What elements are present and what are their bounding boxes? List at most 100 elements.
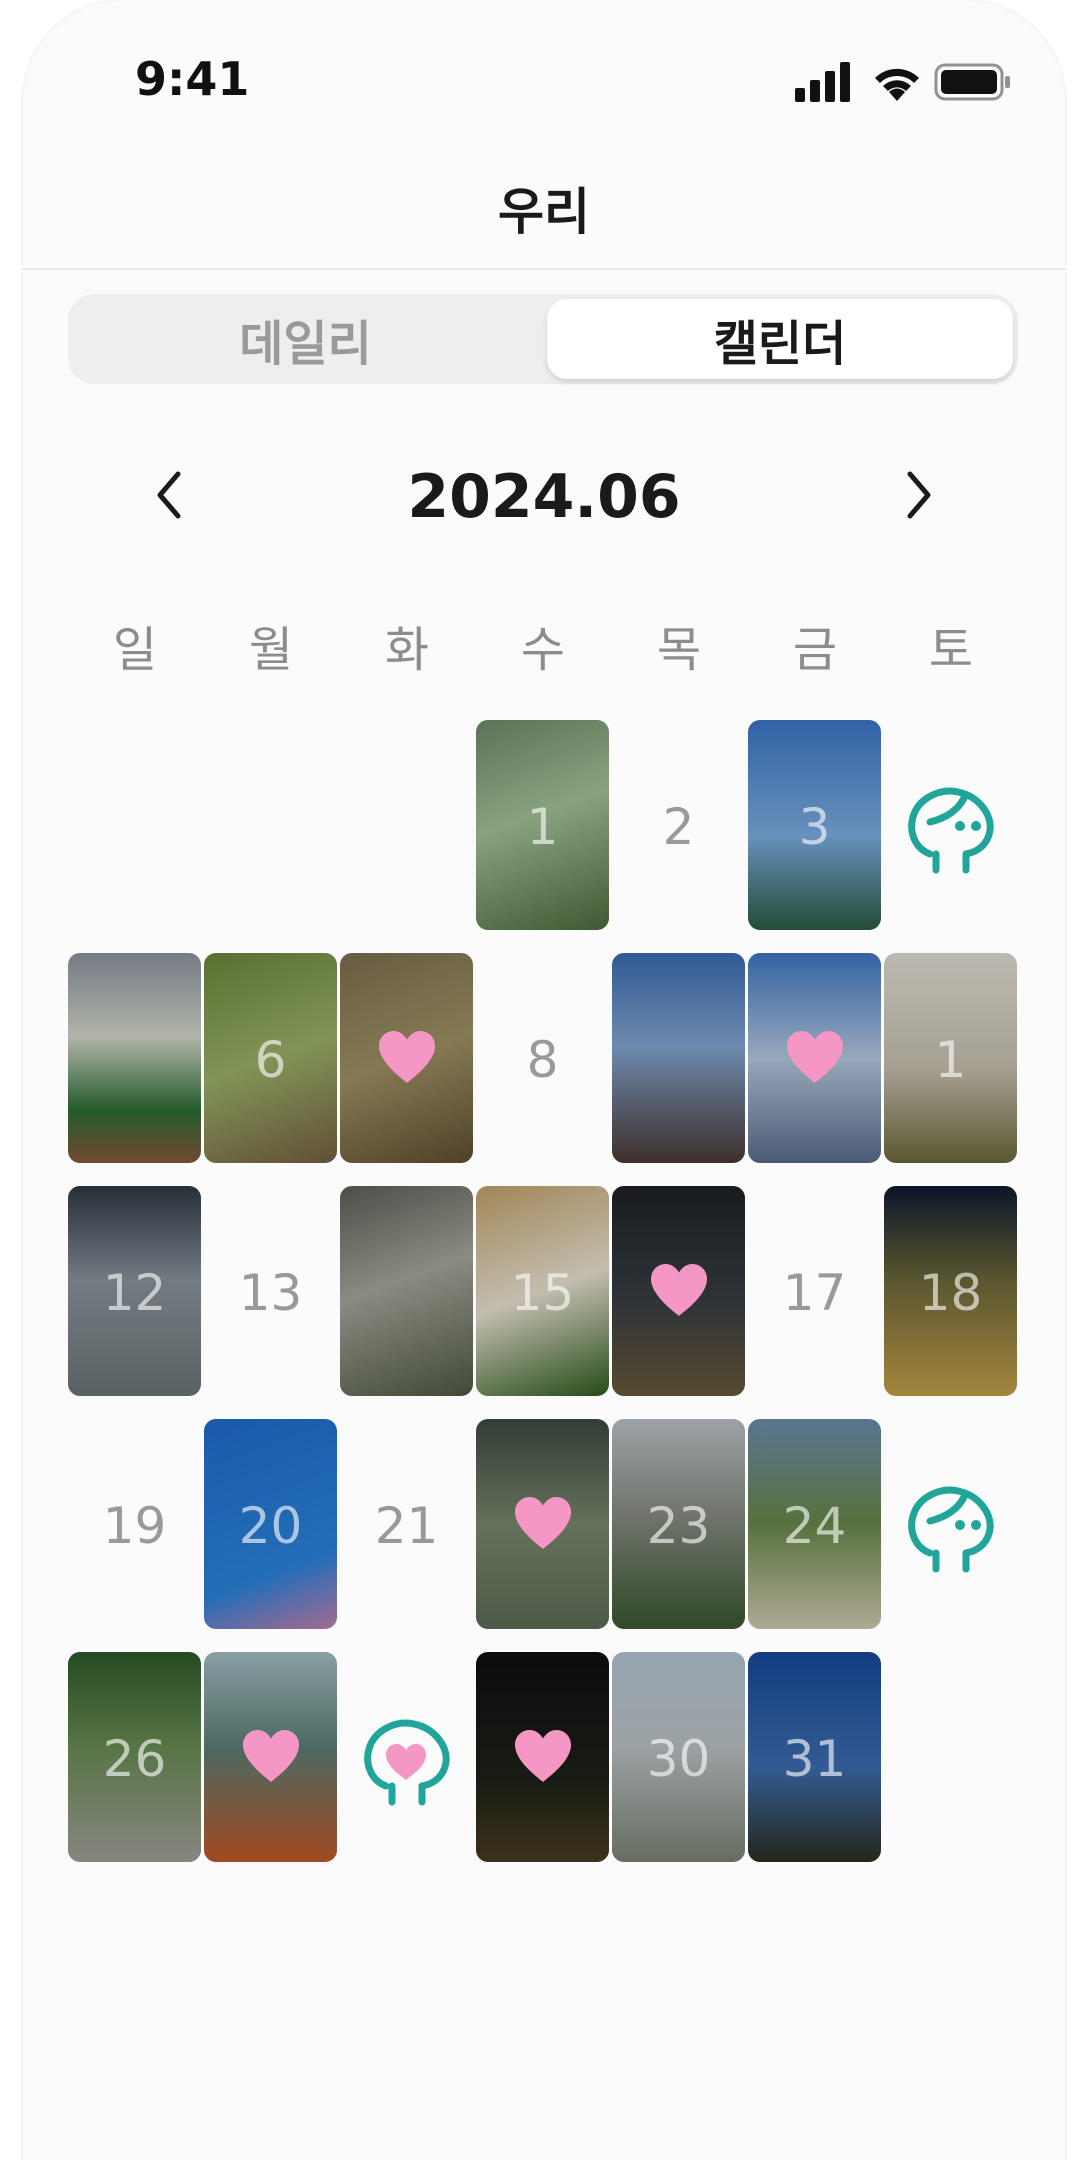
- calendar-day-cell[interactable]: [68, 953, 201, 1163]
- view-toggle: 데일리 캘린더: [68, 294, 1018, 384]
- day-photo-thumbnail: 6: [204, 953, 337, 1163]
- day-photo-thumbnail: [340, 953, 473, 1163]
- weekday-label: 화: [384, 622, 430, 678]
- day-number: 18: [918, 1264, 983, 1322]
- next-month-button[interactable]: [888, 460, 948, 530]
- day-photo-thumbnail: 12: [68, 1186, 201, 1396]
- status-icons: [795, 62, 1010, 102]
- day-photo-thumbnail: 1: [476, 720, 609, 930]
- calendar-day-cell[interactable]: 21: [340, 1419, 473, 1629]
- calendar-day-cell[interactable]: 19: [68, 1419, 201, 1629]
- calendar-day-cell[interactable]: [748, 953, 881, 1163]
- day-photo-thumbnail: 20: [204, 1419, 337, 1629]
- day-number: 17: [782, 1264, 847, 1322]
- calendar-day-cell[interactable]: [476, 1419, 609, 1629]
- heart-icon: [515, 1497, 571, 1549]
- header-divider: [23, 268, 1065, 270]
- calendar-day-cell[interactable]: 31: [748, 1652, 881, 1862]
- calendar-day-cell[interactable]: 12: [68, 1186, 201, 1396]
- calendar-day-cell[interactable]: 17: [748, 1186, 881, 1396]
- day-number: 6: [254, 1031, 287, 1089]
- day-number: 31: [782, 1730, 847, 1788]
- day-photo-thumbnail: [340, 1186, 473, 1396]
- wifi-icon: [875, 68, 919, 101]
- day-photo-thumbnail: [612, 1186, 745, 1396]
- day-photo-thumbnail: 26: [68, 1652, 201, 1862]
- calendar-day-cell[interactable]: 1: [884, 953, 1017, 1163]
- calendar-day-cell[interactable]: [884, 720, 1017, 930]
- calendar-day-cell[interactable]: 24: [748, 1419, 881, 1629]
- weekday-label: 목: [656, 622, 702, 678]
- day-number: 24: [782, 1497, 847, 1555]
- photo-dimmer: [340, 1186, 473, 1396]
- tab-daily[interactable]: 데일리: [68, 294, 543, 384]
- day-photo-thumbnail: 23: [612, 1419, 745, 1629]
- heart-icon: [515, 1730, 571, 1782]
- weekday-label: 일: [112, 622, 158, 678]
- day-photo-thumbnail: [748, 953, 881, 1163]
- calendar-day-cell[interactable]: 8: [476, 953, 609, 1163]
- day-number: 20: [238, 1497, 303, 1555]
- day-photo-thumbnail: 31: [748, 1652, 881, 1862]
- calendar-day-cell[interactable]: 26: [68, 1652, 201, 1862]
- day-number: 15: [510, 1264, 575, 1322]
- battery-icon: [934, 63, 1010, 101]
- day-photo-thumbnail: [204, 1652, 337, 1862]
- day-number: 8: [526, 1031, 559, 1089]
- day-number: 30: [646, 1730, 711, 1788]
- day-number: 1: [526, 798, 559, 856]
- calendar-day-cell[interactable]: 1: [476, 720, 609, 930]
- day-number: 1: [934, 1031, 967, 1089]
- character-icon: [908, 1486, 994, 1573]
- day-photo-thumbnail: 15: [476, 1186, 609, 1396]
- heart-icon: [243, 1730, 299, 1782]
- calendar-day-cell[interactable]: 20: [204, 1419, 337, 1629]
- weekday-label: 금: [792, 622, 838, 678]
- day-number: 3: [798, 798, 831, 856]
- calendar-day-cell[interactable]: [340, 953, 473, 1163]
- calendar-day-cell[interactable]: 3: [748, 720, 881, 930]
- calendar-day-cell[interactable]: [612, 953, 745, 1163]
- calendar-day-cell[interactable]: [476, 1652, 609, 1862]
- day-photo-thumbnail: [476, 1419, 609, 1629]
- status-time: 9:41: [135, 52, 250, 106]
- calendar-day-cell[interactable]: 18: [884, 1186, 1017, 1396]
- photo-dimmer: [612, 953, 745, 1163]
- day-number: 12: [102, 1264, 167, 1322]
- calendar-day-cell[interactable]: 15: [476, 1186, 609, 1396]
- weekday-label: 수: [520, 622, 566, 678]
- day-photo-thumbnail: 3: [748, 720, 881, 930]
- day-photo-thumbnail: 30: [612, 1652, 745, 1862]
- day-photo-thumbnail: [612, 953, 745, 1163]
- calendar-day-cell[interactable]: 6: [204, 953, 337, 1163]
- character-icon: [908, 787, 994, 874]
- calendar-day-cell[interactable]: [340, 1186, 473, 1396]
- tab-calendar[interactable]: 캘린더: [547, 299, 1013, 379]
- day-number: 23: [646, 1497, 711, 1555]
- signal-icon: [795, 62, 850, 102]
- calendar-day-cell[interactable]: 13: [204, 1186, 337, 1396]
- calendar-day-cell[interactable]: [884, 1419, 1017, 1629]
- day-number: 21: [374, 1497, 439, 1555]
- heart-icon: [379, 1031, 435, 1083]
- heart-icon: [787, 1031, 843, 1083]
- photo-dimmer: [68, 953, 201, 1163]
- weekday-label: 월: [248, 622, 294, 678]
- calendar-day-cell[interactable]: [612, 1186, 745, 1396]
- calendar-day-cell[interactable]: 2: [612, 720, 745, 930]
- day-photo-thumbnail: 24: [748, 1419, 881, 1629]
- day-number: 26: [102, 1730, 167, 1788]
- day-number: 13: [238, 1264, 303, 1322]
- calendar-day-cell[interactable]: [340, 1652, 473, 1862]
- day-photo-thumbnail: 1: [884, 953, 1017, 1163]
- heart-icon: [651, 1264, 707, 1316]
- character-heart-icon: [364, 1719, 450, 1806]
- day-number: 19: [102, 1497, 167, 1555]
- day-number: 2: [662, 798, 695, 856]
- weekday-label: 토: [928, 622, 974, 678]
- calendar-day-cell[interactable]: 30: [612, 1652, 745, 1862]
- day-photo-thumbnail: [68, 953, 201, 1163]
- day-photo-thumbnail: [476, 1652, 609, 1862]
- calendar-day-cell[interactable]: 23: [612, 1419, 745, 1629]
- calendar-day-cell[interactable]: [204, 1652, 337, 1862]
